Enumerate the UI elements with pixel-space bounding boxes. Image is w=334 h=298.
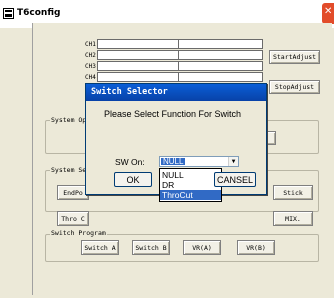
option-dr[interactable]: DR <box>160 180 221 190</box>
sw-on-select[interactable]: NULL ▼ <box>159 156 239 167</box>
cancel-button[interactable]: CANSEL <box>214 172 256 187</box>
system-options-label: System Op <box>50 116 88 124</box>
ch2-field <box>97 50 263 60</box>
sw-on-selected-value: NULL <box>161 157 186 166</box>
app-icon <box>3 8 14 19</box>
sw-on-dropdown-list: NULL DR ThroCut <box>159 168 222 202</box>
ch3-field <box>97 61 263 71</box>
ch1-label: CH1 <box>85 41 96 48</box>
window-title: T6config <box>17 8 61 18</box>
ch4-field <box>97 72 263 82</box>
vr-b-button[interactable]: VR(B) <box>237 240 275 255</box>
ch3-label: CH3 <box>85 63 96 70</box>
vr-a-button[interactable]: VR(A) <box>183 240 221 255</box>
ok-button[interactable]: OK <box>114 172 152 187</box>
close-icon: ✕ <box>324 6 333 17</box>
stick-button[interactable]: Stick <box>273 185 313 200</box>
ch4-label: CH4 <box>85 74 96 81</box>
option-throcut[interactable]: ThroCut <box>160 190 221 200</box>
stop-adjust-button[interactable]: StopAdjust <box>269 80 320 94</box>
dialog-title: Switch Selector <box>91 87 168 97</box>
switch-selector-dialog: Switch Selector Please Select Function F… <box>85 83 267 202</box>
switch-b-button[interactable]: Switch B <box>132 240 170 255</box>
dialog-message: Please Select Function For Switch <box>104 109 242 119</box>
switch-a-button[interactable]: Switch A <box>81 240 119 255</box>
option-null[interactable]: NULL <box>160 170 221 180</box>
ch1-field <box>97 39 263 49</box>
sw-on-label: SW On: <box>115 157 145 167</box>
throttle-curve-button[interactable]: Thro C <box>57 211 89 226</box>
mix-button[interactable]: MIX. <box>273 211 313 226</box>
switch-program-label: Switch Program <box>50 229 107 237</box>
chevron-down-icon[interactable]: ▼ <box>228 157 238 166</box>
ch2-label: CH2 <box>85 52 96 59</box>
start-adjust-button[interactable]: StartAdjust <box>269 50 320 64</box>
system-setup-label: System Se <box>50 166 88 174</box>
t6config-window: T6config ✕ CH1 CH2 CH3 CH4 StartAdjust S… <box>0 0 334 298</box>
dialog-title-bar[interactable]: Switch Selector <box>86 84 266 101</box>
close-button[interactable]: ✕ <box>322 3 334 24</box>
